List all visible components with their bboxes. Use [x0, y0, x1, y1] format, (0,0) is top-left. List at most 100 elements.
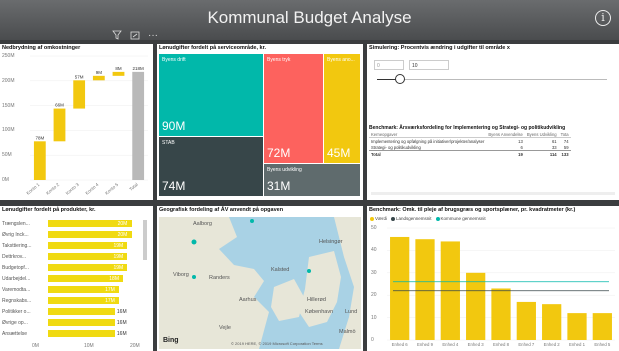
benchmark-columns-panel: Benchmark: Omk. til pleje af brugsgræs o… [367, 206, 619, 351]
simulation-panel: Simulering: Procentvis ændring i udgifte… [367, 44, 619, 200]
simulation-title: Simulering: Procentvis ændring i udgifte… [369, 45, 510, 51]
products-title: Lønudgifter fordelt på produkter, kr. [2, 207, 96, 213]
map-place-label: Malmö [339, 329, 356, 335]
bar-row[interactable]: Dettrkrov... 19M [2, 253, 152, 261]
x-tick-label: Konto 2 [45, 182, 60, 196]
bar-category-label: Politikker o... [2, 309, 31, 315]
waterfall-panel: Nedbrydning af omkostninger 250M 200M 150M… [0, 44, 153, 200]
bar-row[interactable]: Udarbejdel... 18M [2, 275, 152, 283]
column-bar[interactable] [516, 301, 536, 340]
data-label: 17M [105, 287, 115, 293]
bar-row[interactable]: Politikker o... 16M [2, 308, 152, 316]
waterfall-bar[interactable] [33, 141, 46, 180]
column-bar[interactable] [567, 313, 587, 340]
table-cell: Total [369, 150, 487, 157]
map-place-label: Randers [209, 275, 230, 281]
bar[interactable] [48, 330, 115, 337]
x-tick-label: Konto 1 [25, 182, 40, 196]
data-label: 8M [115, 66, 122, 71]
x-tick-label: Enhed 3 [468, 342, 485, 347]
waterfall-bar[interactable] [92, 75, 105, 81]
products-scrollbar[interactable] [143, 220, 147, 260]
bar-row[interactable]: Taksttiering... 19M [2, 242, 152, 250]
treemap-panel: Lønudgifter fordelt på serviceområde, kr… [157, 44, 363, 200]
column-bar[interactable] [592, 313, 612, 340]
x-tick-label: Enhed 7 [518, 342, 535, 347]
bar-category-label: Ansættelse [2, 331, 28, 337]
map-place-label: Lund [345, 309, 358, 315]
data-label: 16M [116, 320, 127, 326]
map-title: Geografisk fordeling af ÅV anvendt på op… [159, 207, 284, 213]
simulation-min-field[interactable]: 0 [374, 60, 404, 70]
table-cell: 133 [558, 150, 571, 157]
products-panel: Lønudgifter fordelt på produkter, kr. Tr… [0, 206, 153, 351]
column-bar[interactable] [415, 239, 435, 340]
simulation-value-field[interactable]: 10 [409, 60, 449, 70]
data-label: 19M [113, 254, 124, 260]
treemap-cell[interactable]: STAB 74M [159, 137, 263, 196]
x-tick-label: Enhed 8 [493, 342, 510, 347]
data-label: 9M [96, 70, 103, 75]
treemap-title: Lønudgifter fordelt på serviceområde, kr… [159, 45, 266, 51]
page-title: Kommunal Budget Analyse [207, 8, 412, 27]
bar-row[interactable]: Budgetopf... 19M [2, 264, 152, 272]
benchmark-table: Kerneopgaver Byens Anvendelse Byens Udvi… [369, 131, 571, 157]
table-scrollbar[interactable] [371, 192, 615, 195]
map-copyright[interactable]: © 2019 HERE, © 2019 Microsoft Corporatio… [231, 341, 323, 346]
treemap-cell-label: Byens ano... [327, 57, 355, 63]
map-place-label: Aarhus [239, 297, 257, 303]
waterfall-bar[interactable] [73, 80, 86, 109]
bar-row[interactable]: Regnskabs... 17M [2, 297, 152, 305]
bar[interactable] [48, 319, 115, 326]
treemap-cell-value: 72M [267, 146, 291, 160]
waterfall-bar[interactable] [132, 71, 145, 180]
bar-category-label: Øvrige op... [2, 320, 28, 326]
bar-category-label: Øvrig Inck... [2, 232, 29, 238]
simulation-slider-handle[interactable] [395, 74, 405, 84]
info-icon[interactable]: i [595, 10, 611, 26]
treemap-cell-label: Byens drift [162, 57, 186, 63]
data-label: 78M [35, 135, 44, 140]
treemap-cell[interactable]: Byens drift 90M [159, 54, 263, 136]
bar[interactable] [48, 308, 115, 315]
data-label: 16M [116, 309, 127, 315]
bar-row[interactable]: Trængslen... 20M [2, 220, 152, 228]
x-tick-label: Konto 5 [104, 182, 119, 196]
bar-category-label: Taksttiering... [2, 243, 32, 249]
table-cell: 114 [524, 150, 559, 157]
treemap-cell[interactable]: Byens ano... 45M [324, 54, 360, 163]
waterfall-bar[interactable] [112, 71, 125, 76]
column-bar[interactable] [466, 272, 486, 340]
filter-icon[interactable] [112, 30, 122, 42]
simulation-slider-track[interactable] [377, 79, 607, 80]
columns-chart: Enhed 6 Enhed 9 Enhed 4 Enhed 3 Enhed 8 Enhed… [387, 227, 615, 347]
x-tick-label: Konto 4 [84, 182, 99, 196]
map-place-label: København [305, 309, 334, 315]
table-cell: 19 [486, 150, 525, 157]
bar-row[interactable]: Varemodta... 17M [2, 286, 152, 294]
treemap-cell-label: Byens tryk [267, 57, 291, 63]
waterfall-bar[interactable] [53, 108, 66, 142]
bar-row[interactable]: Øvrige op... 16M [2, 319, 152, 327]
bar-row[interactable]: Ansættelse 16M [2, 330, 152, 338]
bar-category-label: Regnskabs... [2, 298, 32, 304]
focus-icon[interactable] [130, 30, 140, 42]
data-label: 20M [117, 221, 128, 227]
waterfall-chart: 78M Konto 1 66M Konto 2 57M Konto 3 9M Konto 4 8… [25, 55, 148, 196]
bar-row[interactable]: Øvrig Inck... 20M [2, 231, 152, 239]
treemap-cell-label: Byens udvikling [267, 167, 302, 173]
more-options-icon[interactable]: ··· [148, 30, 158, 42]
data-label: 218M [133, 66, 145, 71]
column-bar[interactable] [491, 288, 511, 340]
map-place-label: Viborg [173, 272, 189, 278]
treemap-cell[interactable]: Byens tryk 72M [264, 54, 323, 163]
denmark-map[interactable]: Aalborg Viborg Randers Aarhus Vejle Kals… [159, 217, 361, 349]
column-bar[interactable] [390, 236, 410, 340]
table-cell: Implementering og opfølgning på initiati… [371, 138, 485, 144]
data-label: 57M [75, 74, 84, 79]
map-place-label: Aalborg [193, 221, 212, 227]
x-tick-label: Konto 3 [65, 182, 80, 196]
treemap-cell[interactable]: Byens udvikling 31M [264, 164, 360, 196]
data-label: 19M [113, 265, 124, 271]
column-bar[interactable] [542, 304, 562, 340]
